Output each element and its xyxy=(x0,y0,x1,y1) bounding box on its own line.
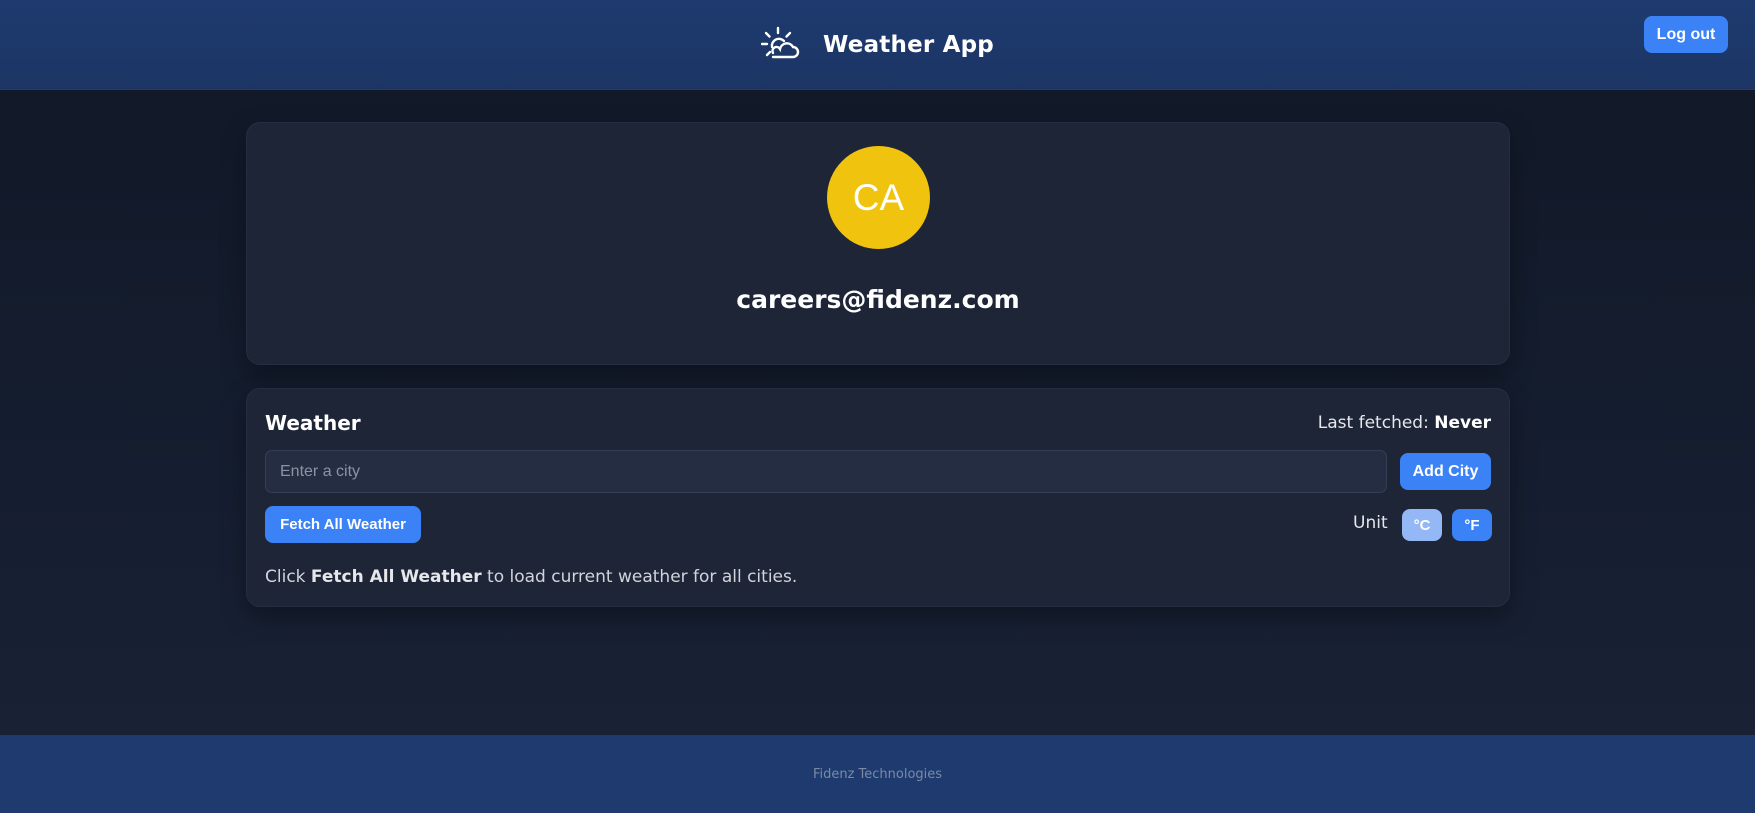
hint-bold: Fetch All Weather xyxy=(310,567,482,587)
fetch-all-weather-button[interactable]: Fetch All Weather xyxy=(265,506,421,543)
weather-hint: Click Fetch All Weather to load current … xyxy=(265,567,797,587)
app-footer: Fidenz Technologies xyxy=(0,735,1755,813)
footer-text: Fidenz Technologies xyxy=(812,766,943,782)
user-email: careers@fidenz.com xyxy=(736,285,1020,314)
hint-suffix: to load current weather for all cities. xyxy=(487,567,798,587)
sun-cloud-icon xyxy=(761,26,800,59)
last-fetched-value: Never xyxy=(1434,413,1491,433)
profile-card: CA careers@fidenz.com xyxy=(246,122,1510,365)
weather-card: Weather Last fetched: Never Add City Fet… xyxy=(246,388,1510,607)
brand: Weather App xyxy=(0,0,1755,90)
hint-prefix: Click xyxy=(265,567,306,587)
unit-celsius-button[interactable]: °C xyxy=(1402,509,1442,541)
last-fetched-label: Last fetched: xyxy=(1317,413,1429,433)
unit-fahrenheit-button[interactable]: °F xyxy=(1452,509,1492,541)
avatar: CA xyxy=(827,146,930,249)
weather-title: Weather xyxy=(265,411,361,435)
last-fetched: Last fetched: Never xyxy=(1318,413,1491,433)
add-city-button[interactable]: Add City xyxy=(1400,453,1491,490)
unit-label: Unit xyxy=(1353,513,1388,533)
app-title: Weather App xyxy=(823,32,994,58)
logout-button[interactable]: Log out xyxy=(1644,16,1728,53)
city-input[interactable] xyxy=(265,450,1387,493)
app-header: Weather App Log out xyxy=(0,0,1755,90)
